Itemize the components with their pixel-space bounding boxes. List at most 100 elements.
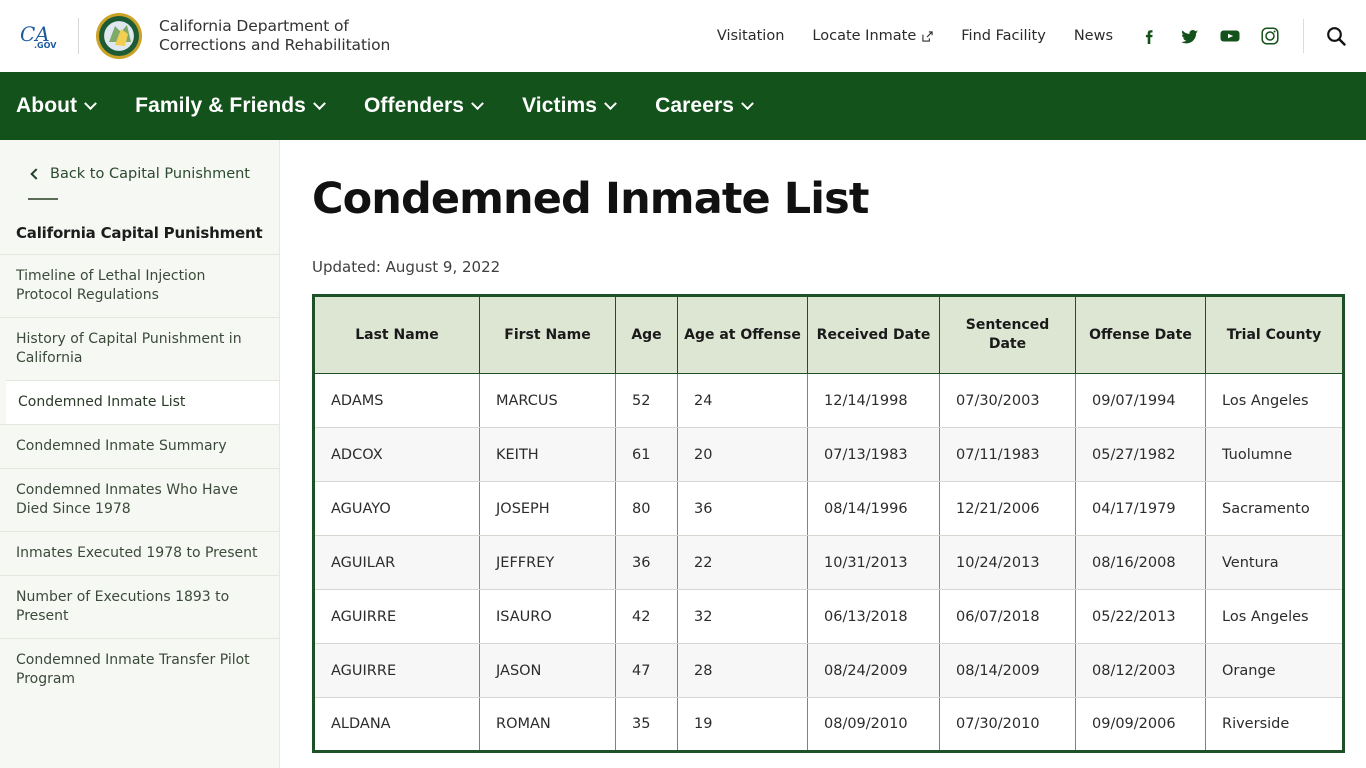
cell-last-name: AGUILAR xyxy=(313,535,480,590)
column-header-last-name[interactable]: Last Name xyxy=(313,295,480,374)
table-row: AGUILAR JEFFREY 36 22 10/31/2013 10/24/2… xyxy=(313,535,1344,590)
sidebar: Back to Capital Punishment California Ca… xyxy=(0,140,280,768)
cell-age-at-offense: 32 xyxy=(677,589,808,644)
cell-trial-county: Orange xyxy=(1205,643,1344,698)
external-link-icon xyxy=(922,30,933,42)
cell-sentenced-date: 06/07/2018 xyxy=(939,589,1076,644)
cell-sentenced-date: 12/21/2006 xyxy=(939,481,1076,536)
chevron-down-icon xyxy=(313,96,326,110)
nav-news[interactable]: News xyxy=(1074,28,1113,44)
sidebar-item-inmates-died-since-1978[interactable]: Condemned Inmates Who Have Died Since 19… xyxy=(0,468,279,531)
instagram-icon[interactable] xyxy=(1259,25,1281,47)
ca-gov-logo[interactable]: CA .GOV xyxy=(18,19,62,53)
sidebar-item-label: Number of Executions 1893 to Present xyxy=(16,589,230,624)
cell-last-name: ALDANA xyxy=(313,697,480,752)
chevron-down-icon xyxy=(741,96,754,110)
cell-first-name: JEFFREY xyxy=(479,535,616,590)
sidebar-list: Timeline of Lethal Injection Protocol Re… xyxy=(0,254,279,701)
table-row: ADAMS MARCUS 52 24 12/14/1998 07/30/2003… xyxy=(313,373,1344,428)
cell-age-at-offense: 28 xyxy=(677,643,808,698)
table-head: Last Name First Name Age Age at Offense … xyxy=(313,295,1344,374)
cell-trial-county: Sacramento xyxy=(1205,481,1344,536)
cell-age: 35 xyxy=(615,697,678,752)
page-title: Condemned Inmate List xyxy=(312,174,869,224)
svg-text:.GOV: .GOV xyxy=(34,41,57,50)
cdcr-seal-icon xyxy=(96,13,142,59)
brand-block: CA .GOV California Department of Correct… xyxy=(18,12,419,60)
cell-first-name: MARCUS xyxy=(479,373,616,428)
nav-item-offenders-label: Offenders xyxy=(363,94,465,117)
youtube-icon[interactable] xyxy=(1219,25,1241,47)
cell-sentenced-date: 08/14/2009 xyxy=(939,643,1076,698)
cell-age: 80 xyxy=(615,481,678,536)
nav-item-victims[interactable]: Victims xyxy=(522,94,617,118)
sidebar-item-condemned-inmate-list[interactable]: Condemned Inmate List xyxy=(6,380,279,424)
cdcr-seal-link[interactable] xyxy=(95,12,143,60)
main-content: Condemned Inmate List Updated: August 9,… xyxy=(280,140,1366,768)
updated-date: Updated: August 9, 2022 xyxy=(312,258,501,276)
column-header-received-date[interactable]: Received Date xyxy=(807,295,940,374)
cell-received-date: 08/09/2010 xyxy=(807,697,940,752)
primary-nav: About Family & Friends Offenders Victims… xyxy=(0,72,1366,140)
search-button[interactable] xyxy=(1324,24,1348,48)
nav-item-family-friends-label: Family & Friends xyxy=(135,94,306,117)
nav-visitation-label: Visitation xyxy=(716,28,785,44)
back-to-capital-punishment-link[interactable]: Back to Capital Punishment xyxy=(0,140,279,182)
sidebar-item-label: Condemned Inmate Summary xyxy=(16,438,227,454)
column-header-sentenced-date[interactable]: Sentenced Date xyxy=(939,295,1076,374)
sidebar-item-label: Timeline of Lethal Injection Protocol Re… xyxy=(16,268,206,303)
table-body: ADAMS MARCUS 52 24 12/14/1998 07/30/2003… xyxy=(313,373,1344,752)
cell-age-at-offense: 22 xyxy=(677,535,808,590)
nav-locate-inmate-label: Locate Inmate xyxy=(812,28,917,44)
search-icon xyxy=(1327,27,1346,46)
sidebar-item-number-of-executions[interactable]: Number of Executions 1893 to Present xyxy=(0,575,279,638)
table-row: ADCOX KEITH 61 20 07/13/1983 07/11/1983 … xyxy=(313,427,1344,482)
twitter-icon[interactable] xyxy=(1179,25,1201,47)
nav-item-offenders[interactable]: Offenders xyxy=(363,94,484,118)
cell-offense-date: 08/12/2003 xyxy=(1075,643,1206,698)
site-header: CA .GOV California Department of Correct… xyxy=(0,0,1366,72)
table-header-row: Last Name First Name Age Age at Offense … xyxy=(313,295,1344,374)
sidebar-item-transfer-pilot-program[interactable]: Condemned Inmate Transfer Pilot Program xyxy=(0,638,279,701)
column-header-first-name[interactable]: First Name xyxy=(479,295,616,374)
table-row: AGUIRRE JASON 47 28 08/24/2009 08/14/200… xyxy=(313,643,1344,698)
nav-item-family-friends[interactable]: Family & Friends xyxy=(135,94,326,118)
chevron-down-icon xyxy=(604,96,617,110)
cell-age: 36 xyxy=(615,535,678,590)
cell-received-date: 12/14/1998 xyxy=(807,373,940,428)
nav-item-careers[interactable]: Careers xyxy=(655,94,754,118)
cell-trial-county: Ventura xyxy=(1205,535,1344,590)
nav-locate-inmate[interactable]: Locate Inmate xyxy=(812,28,933,44)
column-header-offense-date[interactable]: Offense Date xyxy=(1075,295,1206,374)
brand-divider xyxy=(78,18,79,54)
nav-visitation[interactable]: Visitation xyxy=(717,28,785,44)
nav-item-about[interactable]: About xyxy=(16,94,98,118)
cell-last-name: AGUAYO xyxy=(313,481,480,536)
nav-find-facility[interactable]: Find Facility xyxy=(961,28,1046,44)
sidebar-item-condemned-inmate-summary[interactable]: Condemned Inmate Summary xyxy=(0,424,279,468)
youtube-glyph xyxy=(1220,30,1240,42)
sidebar-item-inmates-executed[interactable]: Inmates Executed 1978 to Present xyxy=(0,531,279,575)
social-links xyxy=(1139,25,1281,47)
facebook-icon[interactable] xyxy=(1139,25,1161,47)
sidebar-item-history-capital-punishment[interactable]: History of Capital Punishment in Califor… xyxy=(0,317,279,380)
department-title: California Department of Corrections and… xyxy=(159,17,391,54)
cell-age: 47 xyxy=(615,643,678,698)
cell-received-date: 07/13/1983 xyxy=(807,427,940,482)
column-header-age-at-offense[interactable]: Age at Offense xyxy=(677,295,808,374)
cell-last-name: ADCOX xyxy=(313,427,480,482)
cell-first-name: ROMAN xyxy=(479,697,616,752)
cell-sentenced-date: 07/30/2010 xyxy=(939,697,1076,752)
sidebar-item-label: Condemned Inmates Who Have Died Since 19… xyxy=(16,482,238,517)
cell-age-at-offense: 24 xyxy=(677,373,808,428)
page-body: Back to Capital Punishment California Ca… xyxy=(0,140,1366,768)
column-header-age[interactable]: Age xyxy=(615,295,678,374)
cell-received-date: 08/14/1996 xyxy=(807,481,940,536)
cell-age: 42 xyxy=(615,589,678,644)
cell-age: 61 xyxy=(615,427,678,482)
sidebar-item-timeline-lethal-injection[interactable]: Timeline of Lethal Injection Protocol Re… xyxy=(0,254,279,317)
nav-item-about-label: About xyxy=(16,94,78,117)
column-header-trial-county[interactable]: Trial County xyxy=(1205,295,1344,374)
cell-last-name: AGUIRRE xyxy=(313,589,480,644)
chevron-down-icon xyxy=(471,96,484,110)
